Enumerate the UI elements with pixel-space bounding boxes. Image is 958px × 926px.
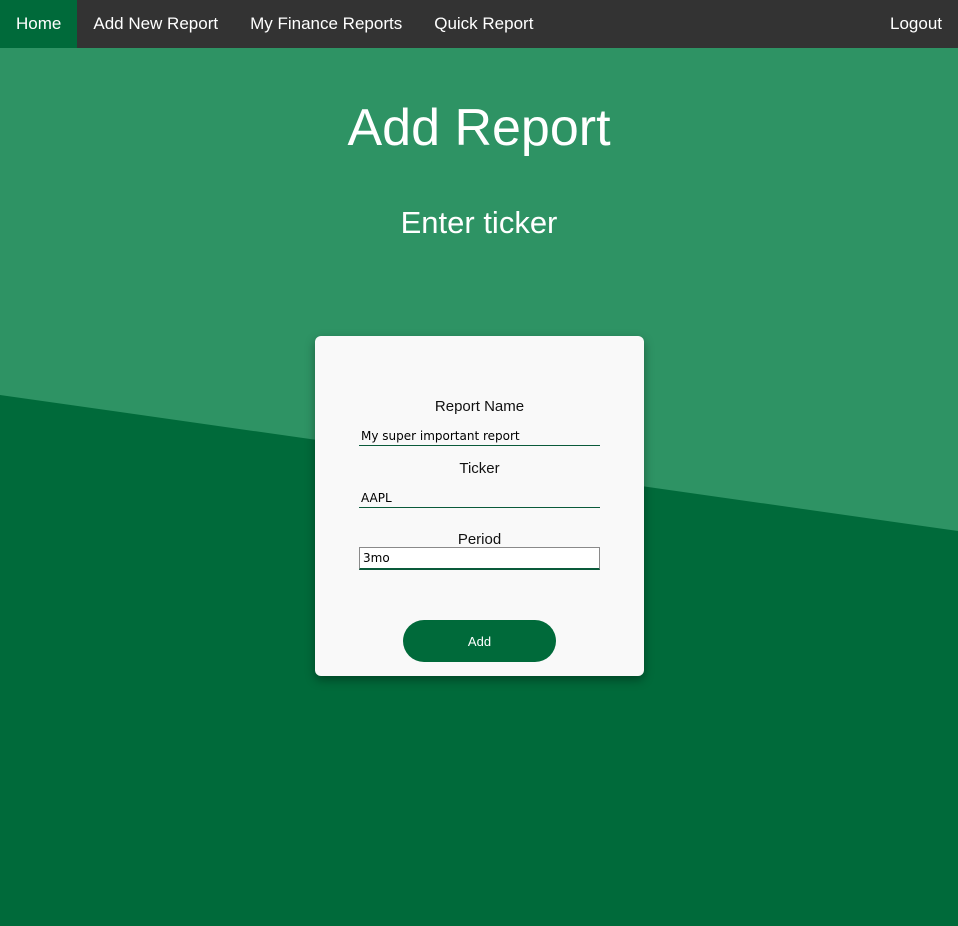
top-navbar: Home Add New Report My Finance Reports Q… [0,0,958,48]
ticker-input[interactable] [359,488,600,508]
add-report-card: Report Name Ticker Period Add [315,336,644,676]
nav-home[interactable]: Home [0,0,78,48]
nav-quick-report[interactable]: Quick Report [418,0,549,48]
report-name-label: Report Name [434,398,525,415]
period-label: Period [457,531,502,548]
nav-my-finance-reports[interactable]: My Finance Reports [234,0,418,48]
add-button[interactable]: Add [403,620,556,662]
page-subtitle: Enter ticker [400,205,558,240]
nav-logout[interactable]: Logout [874,0,958,48]
nav-add-new-report[interactable]: Add New Report [77,0,234,48]
period-input[interactable] [359,547,600,570]
report-name-input[interactable] [359,426,600,446]
ticker-label: Ticker [459,460,500,477]
page-title: Add Report [347,99,611,157]
